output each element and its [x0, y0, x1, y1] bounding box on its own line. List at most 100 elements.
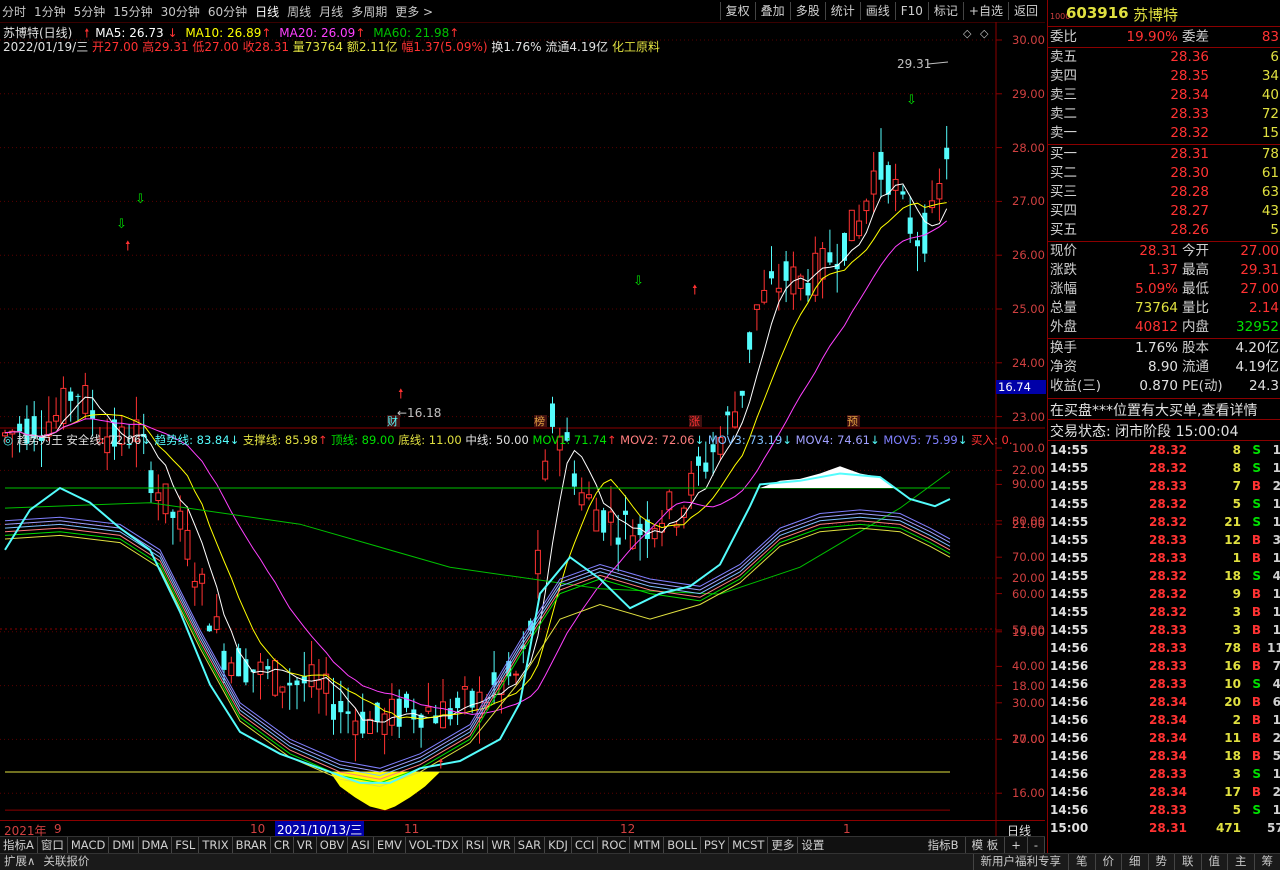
indicator-tab-7[interactable]: BRAR: [233, 837, 271, 854]
indicator-tab-4[interactable]: DMA: [139, 837, 173, 854]
indicator-tab-23[interactable]: MCST: [729, 837, 768, 854]
status-left-1[interactable]: 关联报价: [39, 854, 93, 870]
candle-body: [287, 683, 292, 686]
indicator-tab-13[interactable]: VOL-TDX: [406, 837, 463, 854]
indicator-tab-11[interactable]: ASI: [348, 837, 374, 854]
status-right-8[interactable]: 筹: [1254, 854, 1280, 870]
indicator-tab-1[interactable]: 窗口: [38, 837, 68, 854]
bid-row[interactable]: 买一28.3178: [1048, 145, 1280, 163]
indicator-tab-15[interactable]: WR: [488, 837, 514, 854]
indicator-tab-19[interactable]: ROC: [598, 837, 630, 854]
status-right-4[interactable]: 势: [1148, 854, 1175, 870]
big-order-notice[interactable]: 在买盘***位置有大买单,查看详情: [1050, 400, 1257, 420]
indicator-tab-18[interactable]: CCI: [572, 837, 598, 854]
diamond-icon: ◇: [963, 27, 972, 40]
status-right-0[interactable]: 新用户福利专享: [973, 854, 1069, 870]
ask-row[interactable]: 卖一28.3215: [1048, 124, 1280, 142]
tick-row: 14:5628.3417B2: [1048, 783, 1280, 801]
ask-row[interactable]: 卖五28.366: [1048, 48, 1280, 66]
indicator-tab-6[interactable]: TRIX: [199, 837, 232, 854]
stat-label: 外盘: [1050, 318, 1077, 336]
indicator-tab-right-1[interactable]: 模 板: [966, 837, 1006, 854]
stat-label: PE(动): [1182, 377, 1223, 395]
indicator-tab-14[interactable]: RSI: [463, 837, 489, 854]
bid-row[interactable]: 买五28.265: [1048, 221, 1280, 239]
candle-body: [769, 271, 774, 278]
bid-price: 28.31: [1170, 145, 1209, 163]
tick-volume: 2: [1233, 711, 1241, 729]
status-right-3[interactable]: 细: [1121, 854, 1148, 870]
candle-body: [535, 550, 540, 573]
indicator-tab-25[interactable]: 设置: [798, 837, 827, 854]
indicator-tab-16[interactable]: SAR: [515, 837, 545, 854]
indicator-tab-8[interactable]: CR: [271, 837, 294, 854]
ask-row[interactable]: 卖二28.3372: [1048, 105, 1280, 123]
price-axis-label: 30.00: [1012, 33, 1045, 47]
indicator-tab-2[interactable]: MACD: [68, 837, 109, 854]
ask-label: 卖一: [1050, 124, 1077, 142]
low-annotation: ←16.18: [397, 406, 441, 420]
indicator-tab-17[interactable]: KDJ: [545, 837, 572, 854]
bid-row[interactable]: 买四28.2743: [1048, 202, 1280, 220]
tick-side: B: [1252, 621, 1261, 639]
bid-row[interactable]: 买二28.3061: [1048, 164, 1280, 182]
quote-panel: 1000 603916 苏博特 委比 19.90% 委差 83 在买盘***位置…: [1047, 0, 1280, 853]
status-right-6[interactable]: 值: [1201, 854, 1228, 870]
indicator-tab-right-2[interactable]: +: [1005, 837, 1028, 854]
indicator-tab-3[interactable]: DMI: [109, 837, 138, 854]
indicator-tab-24[interactable]: 更多: [768, 837, 798, 854]
indicator-axis-label: 50.00: [1012, 623, 1045, 637]
stat-row: 涨幅5.09%最低27.00: [1048, 280, 1280, 298]
indicator-tab-5[interactable]: FSL: [172, 837, 199, 854]
status-left-0[interactable]: 扩展∧: [0, 854, 39, 870]
indicator-tab-10[interactable]: OBV: [317, 837, 348, 854]
indicator-tab-right-3[interactable]: -: [1028, 837, 1045, 854]
indicator-tab-21[interactable]: BOLL: [664, 837, 701, 854]
tick-row: 14:5628.3411B2: [1048, 729, 1280, 747]
indicator-tab-9[interactable]: VR: [294, 837, 317, 854]
tick-volume: 7: [1233, 477, 1241, 495]
tick-row: 14:5528.337B2: [1048, 477, 1280, 495]
indicator-tab-right-0[interactable]: 指标B: [922, 837, 966, 854]
candle-body: [273, 661, 278, 696]
bid-row[interactable]: 买三28.2863: [1048, 183, 1280, 201]
tick-price: 28.33: [1149, 765, 1187, 783]
indicator-tab-12[interactable]: EMV: [374, 837, 406, 854]
stat-label: 流通: [1182, 358, 1209, 376]
indicator-tab-22[interactable]: PSY: [701, 837, 729, 854]
tick-row: 14:5528.323B1: [1048, 603, 1280, 621]
stat-row: 外盘40812内盘32952: [1048, 318, 1280, 336]
sell-arrow-icon: ⇩: [116, 217, 127, 232]
tick-count: 1: [1267, 603, 1280, 621]
kline-chart[interactable]: 29.31←16.18财榜涨预🠕🠕🠕🠕⇩⇩⇩⇩◇◇: [0, 0, 1045, 836]
mov2-value: MOV2: 72.06: [620, 433, 694, 447]
status-right-7[interactable]: 主: [1227, 854, 1254, 870]
ask-row[interactable]: 卖四28.3534: [1048, 67, 1280, 85]
tick-time: 14:55: [1050, 531, 1088, 549]
indicator-name: 趋势为王: [17, 433, 63, 447]
indicator-expand-icon[interactable]: ◎: [3, 433, 13, 447]
tick-row: 14:5628.342B1: [1048, 711, 1280, 729]
tick-time: 14:56: [1050, 765, 1088, 783]
ma-line: [5, 221, 947, 715]
ask-volume: 6: [1270, 48, 1279, 66]
candle-body: [331, 704, 336, 720]
buy-signal-value: 买入: 0.: [971, 433, 1013, 447]
status-right-2[interactable]: 价: [1095, 854, 1122, 870]
candle-body: [185, 530, 190, 559]
status-right-5[interactable]: 联: [1174, 854, 1201, 870]
candle-body: [747, 332, 752, 349]
bid-volume: 43: [1262, 202, 1279, 220]
tick-time: 14:55: [1050, 567, 1088, 585]
tick-price: 28.33: [1149, 531, 1187, 549]
tick-side: B: [1252, 477, 1261, 495]
candle-body: [886, 165, 891, 195]
ask-volume: 40: [1262, 86, 1279, 104]
indicator-tab-20[interactable]: MTM: [630, 837, 664, 854]
indicator-tab-0[interactable]: 指标A: [0, 837, 38, 854]
tick-count: 4: [1267, 567, 1280, 585]
ask-row[interactable]: 卖三28.3440: [1048, 86, 1280, 104]
stat-value: 28.31: [1139, 242, 1178, 260]
status-right-1[interactable]: 笔: [1068, 854, 1095, 870]
tick-side: B: [1252, 747, 1261, 765]
